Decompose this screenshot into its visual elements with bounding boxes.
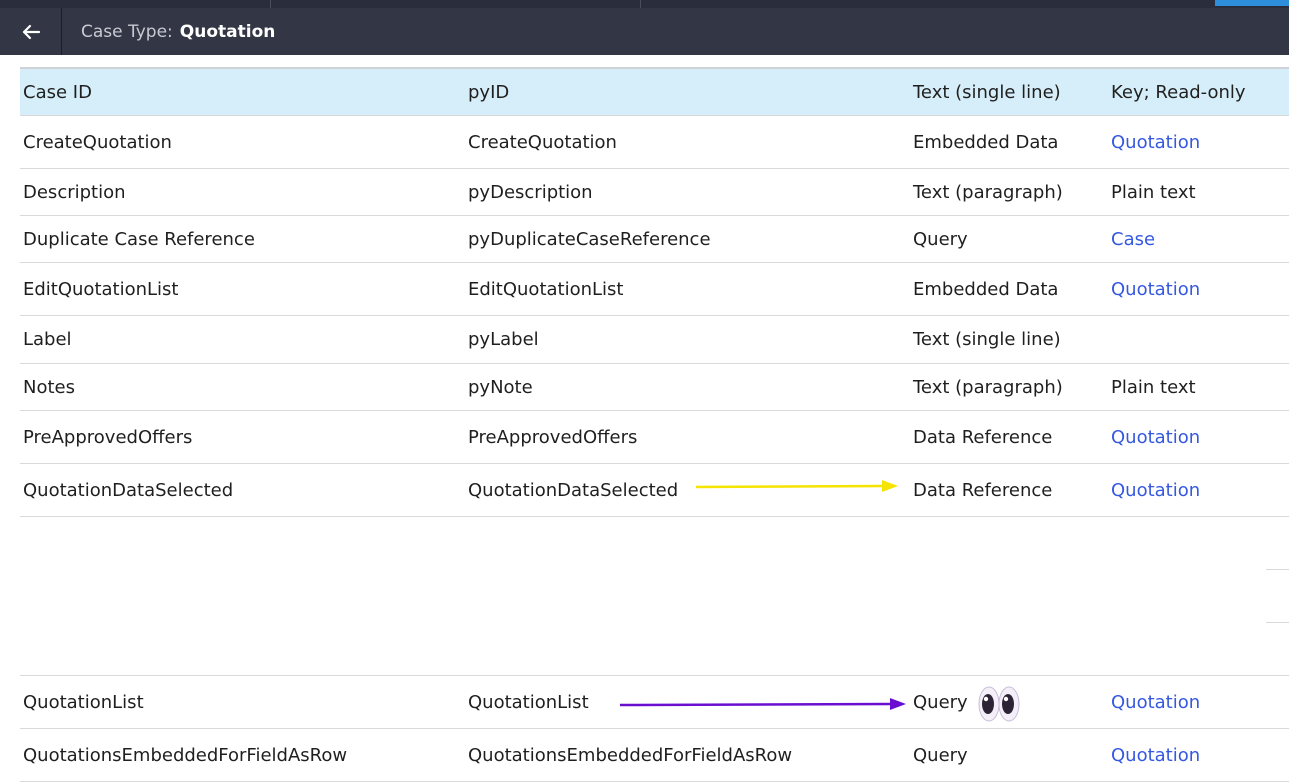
cell-field-id: pyDescription xyxy=(468,181,593,203)
cell-field-type: Text (single line) xyxy=(913,329,1061,350)
table-row[interactable]: Duplicate Case Reference pyDuplicateCaseR… xyxy=(20,216,1289,263)
cell-field-name: Label xyxy=(23,329,72,350)
cell-field-id: QuotationList xyxy=(468,691,589,713)
cell-field-type: Embedded Data xyxy=(913,278,1059,300)
cell-field-name: QuotationsEmbeddedForFieldAsRow xyxy=(23,744,348,766)
header-cell-type: Text (single line) xyxy=(913,81,1061,103)
table-row[interactable]: QuotationDataSelected QuotationDataSelect… xyxy=(20,464,1289,517)
cell-field-name: CreateQuotation xyxy=(23,131,172,153)
table-row[interactable]: CreateQuotation CreateQuotation Embedded D… xyxy=(20,116,1289,169)
table-header-row: Case ID pyID Text (single line) Key; Rea… xyxy=(20,67,1289,116)
fields-table: Case ID pyID Text (single line) Key; Rea… xyxy=(20,67,1289,782)
table-row[interactable]: QuotationsEmbeddedForFieldAsRow Quotation… xyxy=(20,729,1289,782)
purple-annotation-arrow xyxy=(619,698,906,710)
cell-field-name: QuotationList xyxy=(23,691,144,713)
divider xyxy=(1266,622,1289,623)
cell-field-id: EditQuotationList xyxy=(468,278,624,300)
quotation-link[interactable]: Quotation xyxy=(1111,692,1200,713)
arrow-left-icon xyxy=(22,24,40,39)
cell-field-type: Data Reference xyxy=(913,426,1053,448)
cell-field-extra: Plain text xyxy=(1111,376,1196,398)
header-cell-name: Case ID xyxy=(23,81,92,103)
quotation-link[interactable]: Quotation xyxy=(1111,480,1200,501)
cell-field-id: CreateQuotation xyxy=(468,131,617,153)
page-header: Case Type: Quotation xyxy=(0,8,1289,55)
cell-field-type: Query xyxy=(913,691,968,713)
cell-field-type: Text (paragraph) xyxy=(913,376,1063,398)
eyes-emoji-icon xyxy=(978,686,1020,722)
cell-field-id: QuotationDataSelected xyxy=(468,479,679,501)
table-row[interactable]: Notes pyNote Text (paragraph) Plain text xyxy=(20,364,1289,411)
cell-field-id: QuotationsEmbeddedForFieldAsRow xyxy=(468,744,793,766)
divider xyxy=(1266,569,1289,570)
cell-field-id: PreApprovedOffers xyxy=(468,426,638,448)
quotation-link[interactable]: Quotation xyxy=(1111,279,1200,300)
quotation-link[interactable]: Quotation xyxy=(1111,427,1200,448)
active-tab-indicator xyxy=(1215,0,1289,6)
cell-field-type: Embedded Data xyxy=(913,131,1059,153)
case-type-label: Case Type: xyxy=(81,21,173,42)
cell-field-type: Data Reference xyxy=(913,479,1053,501)
case-link[interactable]: Case xyxy=(1111,229,1155,250)
back-button[interactable] xyxy=(0,8,62,55)
cell-field-name: Notes xyxy=(23,376,75,398)
table-row[interactable]: Description pyDescription Text (paragraph)… xyxy=(20,169,1289,216)
table-row[interactable]: Label pyLabel Text (single line) xyxy=(20,316,1289,364)
top-tab-strip xyxy=(0,0,1289,8)
case-type-value: Quotation xyxy=(179,21,276,42)
cell-field-name: EditQuotationList xyxy=(23,278,179,300)
header-cell-id: pyID xyxy=(468,81,510,103)
cell-field-name: PreApprovedOffers xyxy=(23,426,193,448)
quotation-link[interactable]: Quotation xyxy=(1111,745,1200,766)
cell-field-id: pyNote xyxy=(468,376,533,398)
table-row[interactable]: EditQuotationList EditQuotationList Embedd… xyxy=(20,263,1289,316)
quotation-link[interactable]: Quotation xyxy=(1111,132,1200,153)
tab-divider xyxy=(640,0,641,8)
cell-field-extra: Plain text xyxy=(1111,181,1196,203)
tab-divider xyxy=(270,0,271,8)
cell-field-id: pyDuplicateCaseReference xyxy=(468,228,711,250)
cell-field-name: QuotationDataSelected xyxy=(23,479,234,501)
cell-field-type: Query xyxy=(913,228,968,250)
table-row[interactable]: PreApprovedOffers PreApprovedOffers Data R… xyxy=(20,411,1289,464)
page-title: Case Type: Quotation xyxy=(81,22,275,42)
cell-field-id: pyLabel xyxy=(468,329,539,350)
cell-field-type: Query xyxy=(913,744,968,766)
cell-field-name: Description xyxy=(23,181,126,203)
blank-table-area xyxy=(20,517,1289,676)
cell-field-name: Duplicate Case Reference xyxy=(23,228,255,250)
header-cell-options: Key; Read-only xyxy=(1111,81,1246,103)
yellow-annotation-arrow xyxy=(695,480,898,492)
cell-field-type: Text (paragraph) xyxy=(913,181,1063,203)
